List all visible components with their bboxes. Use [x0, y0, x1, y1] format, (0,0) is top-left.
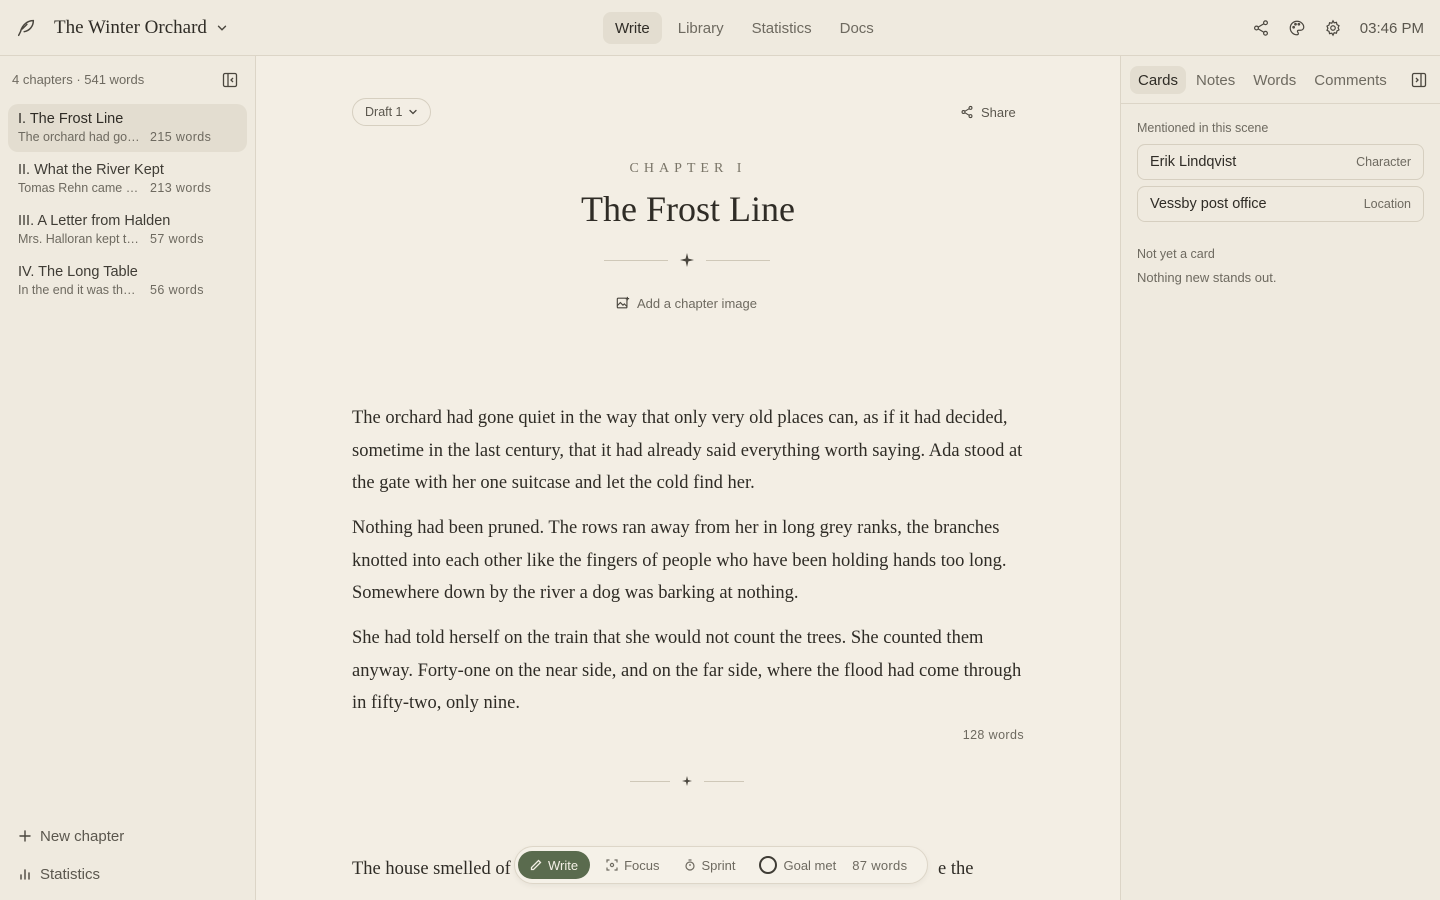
chapter-title: I. The Frost Line: [18, 111, 124, 127]
write-mode-button[interactable]: Write: [518, 851, 591, 879]
right-panel: Cards Notes Words Comments Mentioned in …: [1120, 56, 1440, 900]
draft-selector[interactable]: Draft 1: [352, 98, 431, 126]
top-bar: The Winter Orchard Write Library Statist…: [0, 0, 1440, 56]
entity-card[interactable]: Vessby post office Location: [1137, 186, 1424, 222]
paragraph: She had told herself on the train that s…: [352, 628, 1022, 713]
goal-label: Goal met: [783, 857, 837, 873]
top-right-tools: 03:46 PM: [1252, 14, 1424, 42]
panel-divider: [1121, 103, 1440, 104]
pencil-icon: [530, 859, 542, 871]
palette-icon[interactable]: [1288, 19, 1306, 37]
focus-mode-label: Focus: [624, 857, 660, 873]
add-chapter-image-button[interactable]: Add a chapter image: [616, 293, 757, 313]
goal-status[interactable]: Goal met: [751, 851, 844, 879]
bar-chart-icon: [20, 869, 30, 880]
session-word-count: 87 words: [852, 857, 908, 873]
nav-library[interactable]: Library: [666, 12, 736, 44]
new-chapter-button[interactable]: New chapter: [18, 825, 124, 847]
chapter-list: I. The Frost Line The orchard had gone q…: [8, 104, 247, 308]
tab-comments[interactable]: Comments: [1306, 66, 1395, 94]
statistics-button[interactable]: Statistics: [18, 863, 100, 885]
ornament-divider: [604, 253, 770, 267]
card-name: Vessby post office: [1150, 196, 1267, 212]
nav-statistics[interactable]: Statistics: [740, 12, 824, 44]
tab-cards[interactable]: Cards: [1130, 66, 1187, 94]
gear-icon[interactable]: [1324, 19, 1342, 37]
chapter-item[interactable]: I. The Frost Line The orchard had gone q…: [8, 104, 247, 152]
share-icon[interactable]: [1252, 19, 1270, 37]
draft-label: Draft 1: [365, 105, 403, 119]
focus-icon: [606, 859, 618, 871]
chapter-excerpt: The orchard had gone quiet in the way: [18, 130, 142, 144]
chapter-word-count: 56 words: [150, 283, 204, 297]
writing-toolbar: Write Focus Sprint Goal met 87 words: [514, 846, 928, 884]
chapter-word-count: 213 words: [150, 181, 212, 195]
add-chapter-image-label: Add a chapter image: [637, 295, 757, 311]
chapter-excerpt: Mrs. Halloran kept the letter: [18, 232, 142, 246]
not-yet-heading: Not yet a card: [1137, 247, 1215, 261]
share-label: Share: [981, 104, 1016, 120]
collapse-sidebar-icon[interactable]: [222, 72, 238, 88]
right-panel-tabs: Cards Notes Words Comments: [1130, 66, 1397, 94]
image-add-icon: [616, 296, 630, 309]
chevron-down-icon: [408, 109, 417, 115]
collapse-panel-icon[interactable]: [1411, 72, 1427, 88]
entity-card[interactable]: Erik Lindqvist Character: [1137, 144, 1424, 180]
chapter-item[interactable]: II. What the River Kept Tomas Rehn came …: [8, 155, 247, 203]
statistics-label: Statistics: [40, 865, 101, 883]
nav-docs[interactable]: Docs: [828, 12, 886, 44]
chapter-item[interactable]: III. A Letter from Halden Mrs. Halloran …: [8, 206, 247, 254]
sprint-label: Sprint: [701, 857, 736, 873]
chapter-title: II. What the River Kept: [18, 162, 164, 178]
plus-icon: [19, 830, 31, 842]
tab-notes[interactable]: Notes: [1188, 66, 1243, 94]
chapter-sidebar: 4 chapters · 541 words I. The Frost Line…: [0, 56, 256, 900]
sparkle-icon: [680, 253, 694, 267]
editor-pane: Draft 1 Share CHAPTER I The Frost Line A…: [256, 56, 1120, 900]
not-yet-text: Nothing new stands out.: [1137, 270, 1277, 285]
paragraph: Nothing had been pruned. The rows ran aw…: [352, 518, 1007, 603]
main-nav: Write Library Statistics Docs: [603, 12, 890, 44]
card-name: Erik Lindqvist: [1150, 154, 1237, 170]
chapter-excerpt: In the end it was the table: [18, 283, 142, 297]
sparkle-icon: [682, 776, 692, 786]
chapter-title: IV. The Long Table: [18, 264, 138, 280]
chapter-heading[interactable]: The Frost Line: [256, 188, 1120, 230]
mentioned-heading: Mentioned in this scene: [1137, 121, 1269, 135]
write-mode-label: Write: [548, 857, 579, 873]
book-summary: 4 chapters · 541 words: [12, 72, 145, 87]
chapter-item[interactable]: IV. The Long Table In the end it was the…: [8, 257, 247, 305]
chapter-excerpt: Tomas Rehn came down to the river: [18, 181, 142, 195]
quill-icon[interactable]: [15, 17, 37, 39]
book-title-switcher[interactable]: The Winter Orchard: [54, 16, 229, 40]
goal-ring-icon: [759, 856, 778, 874]
timer-icon: [684, 859, 695, 871]
scene-text[interactable]: The orchard had gone quiet in the way th…: [352, 402, 1024, 732]
scene-break: [630, 775, 744, 787]
chapter-title: III. A Letter from Halden: [18, 213, 171, 229]
section-word-count: 128 words: [962, 728, 1024, 742]
share-icon: [961, 105, 973, 119]
chapter-word-count: 57 words: [150, 232, 204, 246]
nav-write[interactable]: Write: [603, 12, 662, 44]
tab-words[interactable]: Words: [1245, 66, 1304, 94]
clock: 03:46 PM: [1359, 19, 1424, 37]
share-button[interactable]: Share: [960, 102, 1016, 122]
focus-mode-button[interactable]: Focus: [598, 851, 667, 879]
new-chapter-label: New chapter: [40, 827, 125, 845]
next-line-end: e the: [938, 859, 974, 879]
chapter-word-count: 215 words: [150, 130, 212, 144]
next-line-start: The house smelled of: [352, 859, 511, 879]
chapter-label: CHAPTER I: [629, 161, 747, 176]
chevron-down-icon: [217, 25, 227, 31]
paragraph: The orchard had gone quiet in the way th…: [352, 408, 1023, 493]
card-type: Location: [1363, 197, 1411, 211]
sprint-button[interactable]: Sprint: [676, 851, 744, 879]
card-type: Character: [1356, 155, 1411, 169]
book-title: The Winter Orchard: [54, 17, 207, 38]
